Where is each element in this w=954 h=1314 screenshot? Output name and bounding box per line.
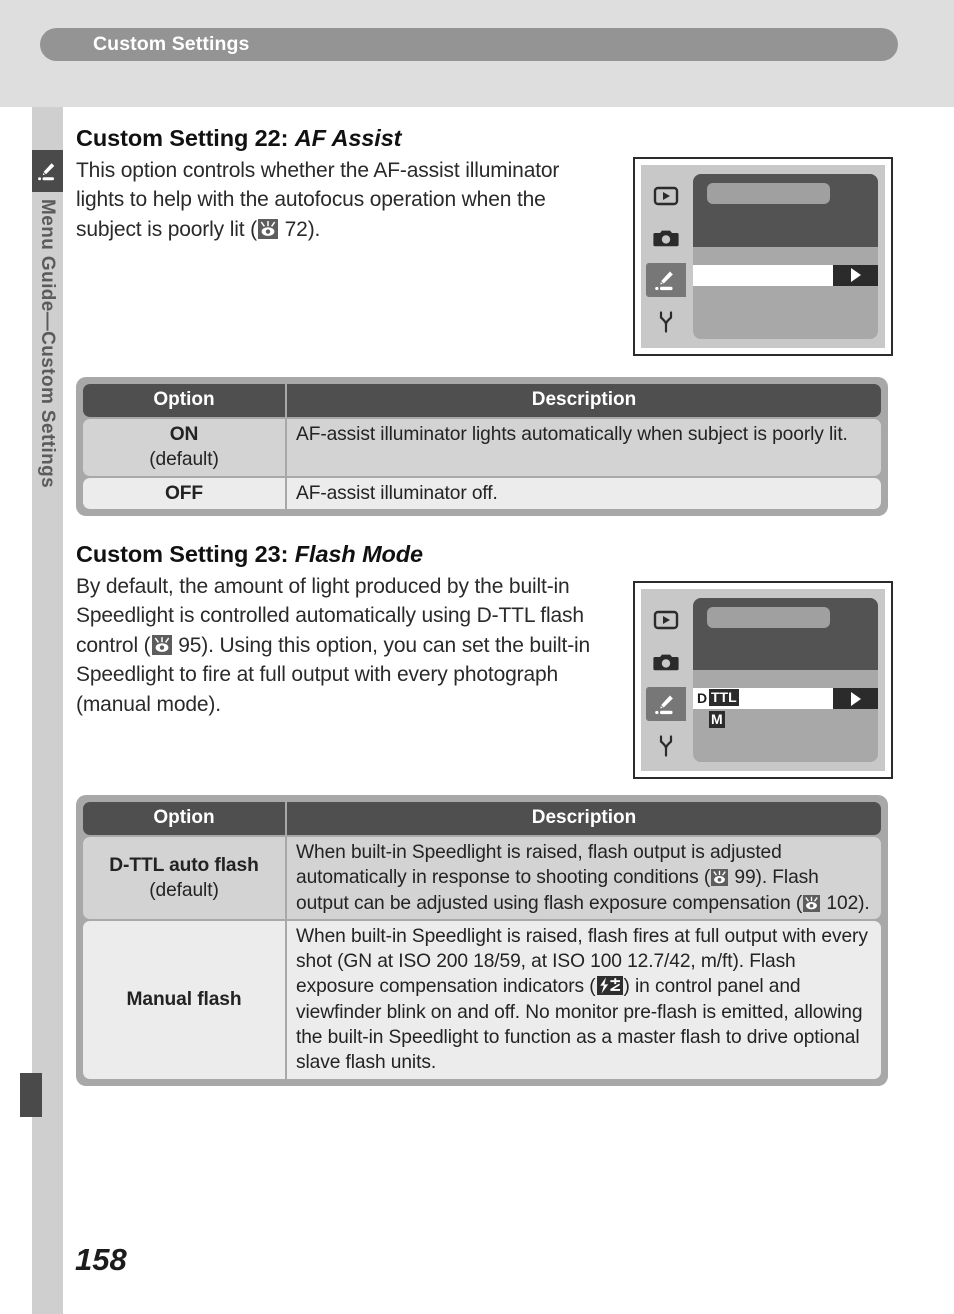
lcd-menu-header-area	[693, 598, 878, 671]
lcd-tab-playback-icon[interactable]	[646, 179, 686, 213]
description-cell-off: AF-assist illuminator off.	[287, 477, 881, 509]
table-header-row: Option Description	[83, 384, 881, 417]
lcd-selected-row-cs22[interactable]	[693, 264, 878, 286]
desc-part1: When built-in Speedlight is raised, flas…	[296, 842, 782, 889]
table-row: ON (default) AF-assist illuminator light…	[83, 419, 881, 476]
table-header-option: Option	[83, 802, 285, 835]
lcd-tab-wrench-icon[interactable]	[646, 305, 686, 339]
lcd-selected-value-cs23: TTL	[709, 689, 739, 707]
cs22-body-text: This option controls whether the AF-assi…	[76, 156, 604, 244]
lcd-screen-cs23: D TTL M	[693, 598, 878, 762]
options-table-cs22: Option Description ON (default) AF-assis…	[76, 377, 888, 516]
option-cell-on: ON (default)	[83, 419, 285, 476]
lcd-row-arrow-icon	[833, 688, 878, 710]
sidebar-chapter-label: Menu Guide—Custom Settings	[37, 199, 58, 489]
description-cell-on: AF-assist illuminator lights automatical…	[287, 419, 881, 476]
option-label: D-TTL auto flash	[109, 854, 259, 876]
flash-exposure-compensation-icon	[596, 976, 623, 996]
see-reference-eye-icon	[257, 218, 278, 239]
lcd-tab-pencil-icon[interactable]	[646, 263, 686, 297]
sidebar-chapter-label-wrap: Menu Guide—Custom Settings	[32, 199, 63, 669]
lcd-menu-title-pill	[707, 183, 830, 204]
cs22-body-ref: 72).	[278, 217, 321, 241]
option-label: Manual flash	[126, 989, 242, 1011]
option-label: OFF	[164, 482, 204, 504]
page-title-cs23: Custom Setting 23: Flash Mode	[76, 541, 423, 568]
cs23-title-prefix: Custom Setting 23:	[76, 541, 295, 567]
option-cell-off: OFF	[83, 477, 285, 509]
table-header-description: Description	[287, 384, 881, 417]
cs22-title-prefix: Custom Setting 22:	[76, 125, 295, 151]
lcd-menu-header-area	[693, 174, 878, 247]
option-sublabel: (default)	[149, 449, 219, 471]
lcd-tab-column-cs23	[641, 589, 693, 771]
desc-ref2: 102).	[821, 892, 870, 914]
see-reference-eye-icon	[711, 869, 729, 887]
lcd-tab-column-cs22	[641, 165, 693, 348]
camera-lcd-mock-cs22	[633, 157, 893, 356]
cs23-body-ref: 95).	[172, 633, 214, 657]
lcd-screen-cs22	[693, 174, 878, 339]
lcd-row-arrow-icon	[833, 264, 878, 286]
table-header-row: Option Description	[83, 802, 881, 835]
chapter-banner: Custom Settings	[40, 28, 898, 61]
lcd-tab-wrench-icon[interactable]	[646, 729, 686, 763]
description-cell-dttl: When built-in Speedlight is raised, flas…	[287, 837, 881, 919]
table-header-option: Option	[83, 384, 285, 417]
pencil-icon	[37, 160, 59, 182]
lcd-tab-camera-icon[interactable]	[646, 645, 686, 679]
lcd-manual-chip: M	[709, 711, 725, 729]
lcd-inner-cs22	[641, 165, 885, 348]
sidebar-tab-menu-guide[interactable]	[32, 150, 63, 192]
table-row: D-TTL auto flash (default) When built-in…	[83, 837, 881, 919]
camera-lcd-mock-cs23: D TTL M	[633, 581, 893, 779]
top-band: Custom Settings	[0, 0, 954, 107]
lcd-secondary-row-cs23[interactable]: M	[709, 711, 725, 729]
cs23-body-text: By default, the amount of light produced…	[76, 572, 604, 719]
cs22-title-italic: AF Assist	[294, 125, 402, 151]
cs23-title-italic: Flash Mode	[294, 541, 424, 567]
lcd-tab-pencil-icon[interactable]	[646, 687, 686, 721]
table-header-description: Description	[287, 802, 881, 835]
lcd-menu-title-pill	[707, 607, 830, 628]
option-cell-manual: Manual flash	[83, 920, 285, 1079]
table-row: OFF AF-assist illuminator off.	[83, 477, 881, 509]
lcd-tab-camera-icon[interactable]	[646, 221, 686, 255]
page-number: 158	[75, 1242, 127, 1277]
lcd-tab-playback-icon[interactable]	[646, 603, 686, 637]
chapter-title: Custom Settings	[93, 33, 250, 55]
description-cell-manual: When built-in Speedlight is raised, flas…	[287, 920, 881, 1079]
option-cell-dttl: D-TTL auto flash (default)	[83, 837, 285, 919]
lcd-inner-cs23: D TTL M	[641, 589, 885, 771]
sidebar: Menu Guide—Custom Settings	[32, 107, 63, 1314]
table-row: Manual flash When built-in Speedlight is…	[83, 920, 881, 1079]
lcd-selected-row-cs23[interactable]: D TTL	[693, 688, 878, 710]
option-label: ON	[169, 424, 199, 445]
option-sublabel: (default)	[149, 879, 219, 901]
see-reference-eye-icon	[803, 894, 821, 912]
lcd-selected-prefix-cs23: D	[697, 690, 708, 707]
lcd-ttl-chip: TTL	[709, 689, 739, 707]
see-reference-eye-icon	[151, 634, 172, 655]
page-edge-tab-marker	[20, 1073, 42, 1117]
page-title-cs22: Custom Setting 22: AF Assist	[76, 125, 401, 152]
options-table-cs23: Option Description D-TTL auto flash (def…	[76, 795, 888, 1086]
